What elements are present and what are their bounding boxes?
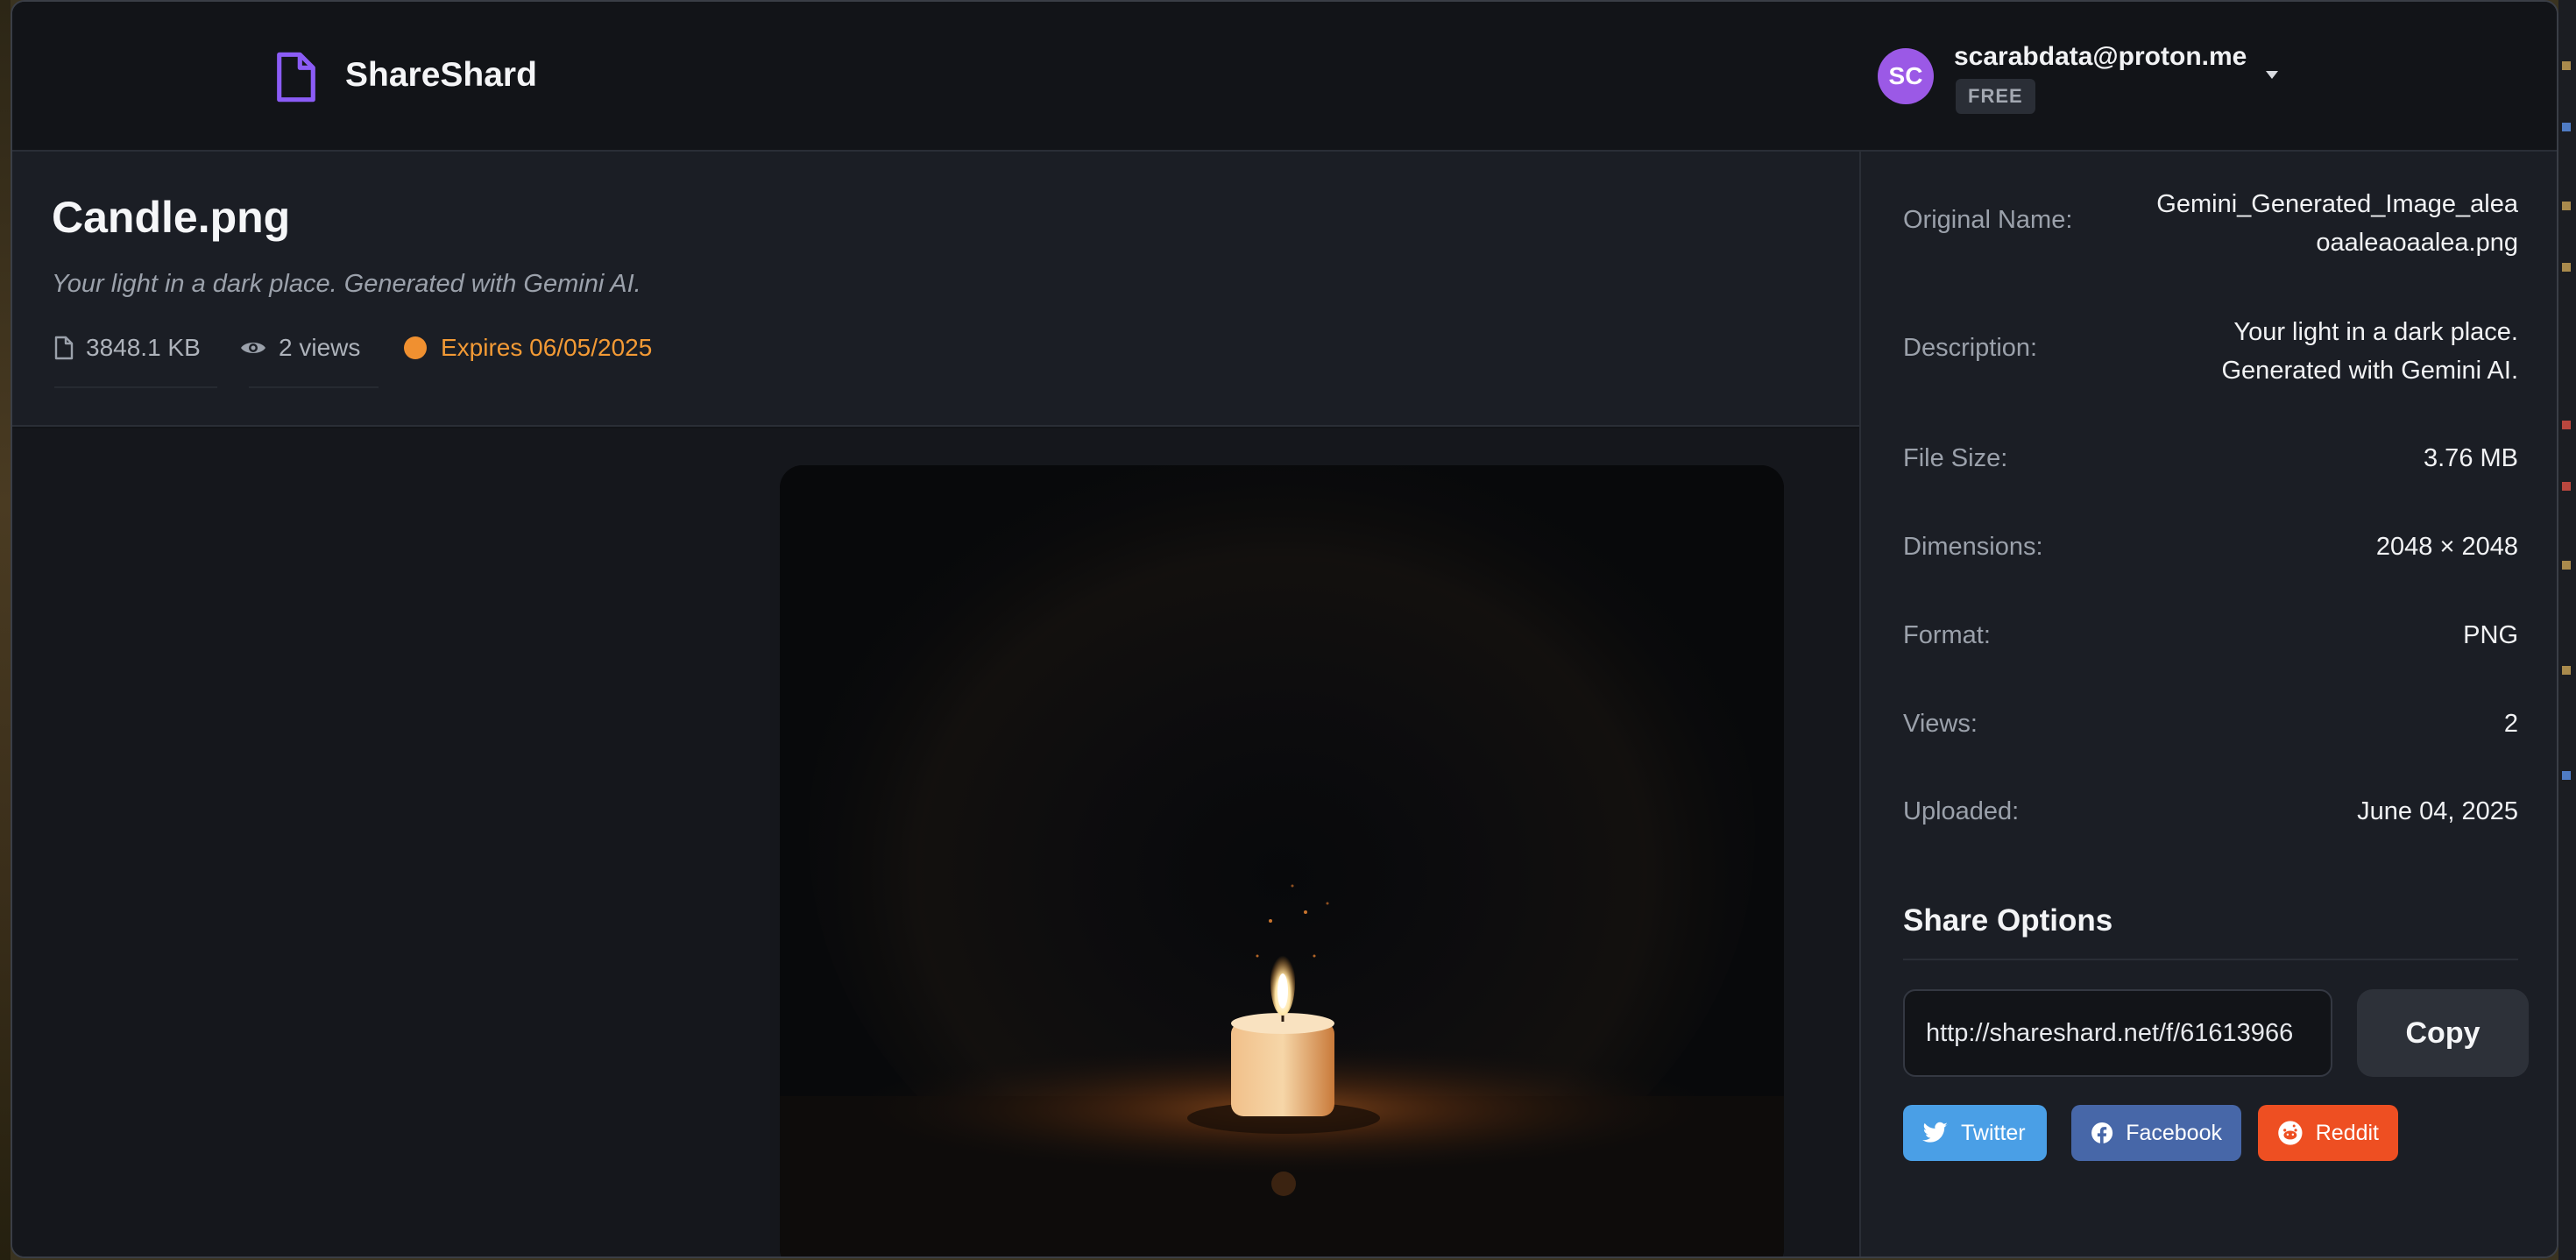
share-options-title: Share Options	[1903, 903, 2113, 938]
detail-value: 2	[2503, 710, 2518, 738]
twitter-label: Twitter	[1961, 1120, 2026, 1145]
detail-description: Description: Your light in a dark place.…	[1903, 313, 2518, 392]
clock-icon	[404, 336, 427, 359]
detail-label: Views:	[1903, 710, 1978, 738]
user-avatar[interactable]: SC	[1878, 48, 1934, 104]
detail-label: Uploaded:	[1903, 797, 2020, 825]
detail-value: Gemini_Generated_Image_alea	[2156, 190, 2518, 218]
expiry-meta: Expires 06/05/2025	[404, 330, 652, 365]
copy-button[interactable]: Copy	[2357, 989, 2529, 1077]
user-email[interactable]: scarabdata@proton.me	[1954, 42, 2247, 72]
detail-original-name: Original Name: Gemini_Generated_Image_al…	[1903, 185, 2518, 264]
detail-label: File Size:	[1903, 444, 2008, 472]
detail-uploaded: Uploaded: June 04, 2025	[1903, 792, 2518, 831]
file-header: Candle.png Your light in a dark place. G…	[12, 152, 1859, 427]
detail-value: Your light in a dark place.	[2233, 318, 2518, 346]
file-description: Your light in a dark place. Generated wi…	[52, 270, 641, 298]
detail-label: Original Name:	[1903, 206, 2073, 234]
detail-dimensions: Dimensions: 2048 × 2048	[1903, 527, 2518, 566]
reddit-label: Reddit	[2315, 1120, 2379, 1145]
detail-value: Generated with Gemini AI.	[2221, 357, 2519, 385]
detail-format: Format: PNG	[1903, 616, 2518, 655]
views-text: 2 views	[279, 334, 361, 361]
detail-value: June 04, 2025	[2357, 797, 2518, 825]
chevron-down-icon[interactable]	[2266, 71, 2278, 79]
desktop-background-right	[2558, 0, 2576, 1260]
top-navigation-bar: ShareShard SC scarabdata@proton.me FREE	[12, 2, 2557, 152]
candle-image	[780, 465, 1784, 1256]
facebook-icon	[2091, 1122, 2113, 1145]
reddit-icon	[2278, 1121, 2303, 1145]
detail-label: Format:	[1903, 621, 1991, 649]
brand-name[interactable]: ShareShard	[345, 56, 537, 95]
detail-value: oaaleaoaalea.png	[2316, 229, 2518, 257]
file-title: Candle.png	[52, 193, 291, 242]
file-size-text: 3848.1 KB	[86, 334, 201, 361]
views-meta: 2 views	[240, 330, 360, 365]
eye-icon	[241, 343, 265, 353]
plan-badge: FREE	[1956, 79, 2035, 114]
detail-value: 2048 × 2048	[2375, 533, 2518, 561]
browser-window: ShareShard SC scarabdata@proton.me FREE …	[11, 0, 2558, 1258]
twitter-icon	[1922, 1122, 1948, 1143]
divider	[249, 386, 379, 388]
divider	[1903, 959, 2518, 960]
share-reddit-button[interactable]: Reddit	[2258, 1105, 2398, 1161]
file-details-panel: Original Name: Gemini_Generated_Image_al…	[1859, 152, 2557, 1256]
share-twitter-button[interactable]: Twitter	[1903, 1105, 2047, 1161]
detail-views: Views: 2	[1903, 704, 2518, 743]
divider	[54, 386, 217, 388]
image-preview[interactable]	[780, 465, 1784, 1256]
image-viewer	[12, 428, 1859, 1256]
share-facebook-button[interactable]: Facebook	[2071, 1105, 2241, 1161]
detail-label: Description:	[1903, 334, 2038, 362]
share-link-input[interactable]	[1903, 989, 2332, 1077]
desktop-background-left	[0, 0, 11, 1260]
expiry-text: Expires 06/05/2025	[441, 334, 653, 361]
file-size-meta: 3848.1 KB	[54, 330, 201, 365]
document-icon	[54, 336, 74, 360]
file-logo-icon[interactable]	[272, 51, 321, 103]
detail-value: PNG	[2463, 621, 2518, 649]
facebook-label: Facebook	[2126, 1120, 2222, 1145]
detail-value: 3.76 MB	[2424, 444, 2518, 472]
detail-label: Dimensions:	[1903, 533, 2043, 561]
detail-file-size: File Size: 3.76 MB	[1903, 439, 2518, 478]
